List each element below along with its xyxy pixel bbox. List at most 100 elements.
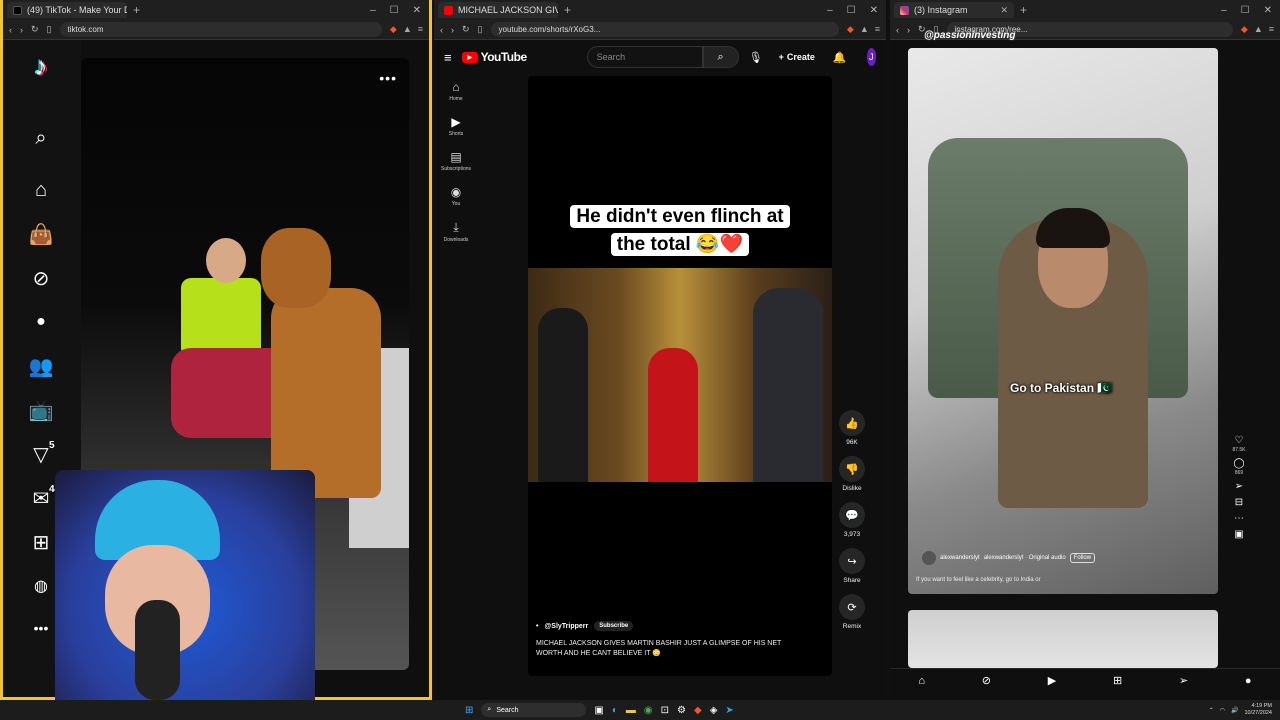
profile-icon[interactable]: ● — [1245, 675, 1252, 687]
next-reel-preview[interactable] — [908, 610, 1218, 668]
brave-shield-icon[interactable]: ◆ — [847, 24, 854, 35]
task-view-icon[interactable]: ▣ — [594, 705, 603, 716]
edge-icon[interactable]: ◐ — [612, 705, 618, 716]
home-icon[interactable]: ⌂ — [918, 675, 925, 687]
url-field[interactable]: tiktok.com — [59, 22, 382, 37]
chrome-icon[interactable]: ◉ — [644, 705, 653, 716]
new-tab-icon[interactable]: + — [564, 3, 571, 17]
following-icon[interactable]: 👥 — [27, 352, 55, 380]
reload-icon[interactable]: ↻ — [462, 24, 470, 35]
menu-icon[interactable]: ≡ — [1269, 24, 1274, 35]
maximize-icon[interactable]: ☐ — [847, 5, 856, 16]
url-field[interactable]: youtube.com/shorts/rXoG3... — [490, 22, 839, 37]
profile-icon[interactable]: ◍ — [27, 572, 55, 600]
author-avatar[interactable] — [922, 551, 936, 565]
send-icon[interactable]: ➢ — [1235, 481, 1243, 492]
bookmark-icon[interactable]: ▯ — [47, 24, 52, 35]
minimize-icon[interactable]: – — [827, 5, 833, 16]
close-window-icon[interactable]: ✕ — [1264, 5, 1272, 16]
file-explorer-icon[interactable]: ▬ — [626, 705, 636, 716]
avatar-icon[interactable]: ● — [27, 308, 55, 336]
subscribe-button[interactable]: Subscribe — [594, 621, 634, 631]
channel-avatar-icon[interactable]: • — [536, 623, 538, 630]
brave-shield-icon[interactable]: ◆ — [1241, 24, 1248, 35]
tiktok-logo-icon[interactable]: ♪ — [27, 51, 55, 81]
youtube-logo[interactable]: ▶ YouTube — [461, 50, 527, 64]
search-input[interactable]: Search — [586, 46, 703, 68]
more-icon[interactable]: ••• — [27, 614, 55, 642]
create-button[interactable]: + Create — [779, 52, 815, 62]
extension-icon[interactable]: ▲ — [860, 24, 869, 35]
messages-icon[interactable]: ➢ — [1179, 674, 1188, 687]
remix-action[interactable]: ⟳ Remix — [837, 594, 867, 630]
comment-icon[interactable]: ◯ — [1233, 458, 1244, 469]
explore-icon[interactable]: ⊘ — [982, 674, 991, 687]
save-icon[interactable]: ⊟ — [1235, 497, 1243, 508]
search-button[interactable]: ⌕ — [702, 46, 739, 68]
create-icon[interactable]: ⊞ — [1113, 674, 1122, 687]
search-icon[interactable]: ⌕ — [27, 124, 55, 152]
taskbar-search[interactable]: ⌕ Search — [481, 703, 587, 717]
shop-icon[interactable]: 👜 — [27, 220, 55, 248]
dislike-action[interactable]: 👎 Dislike — [837, 456, 867, 492]
live-icon[interactable]: 📺 — [27, 396, 55, 424]
instagram-reel[interactable]: Go to Pakistan 🇵🇰 alexwanderslyt alexwan… — [908, 48, 1218, 594]
nav-you[interactable]: ◉ You — [434, 185, 478, 207]
tab-instagram[interactable]: (3) Instagram ✕ — [894, 2, 1014, 18]
nav-downloads[interactable]: ⤓ Downloads — [434, 220, 478, 243]
youtube-short-video[interactable]: He didn't even flinch at the total 😂❤️ •… — [528, 76, 832, 676]
forward-icon[interactable]: › — [451, 25, 454, 35]
maximize-icon[interactable]: ☐ — [390, 5, 399, 16]
explore-icon[interactable]: ⊘ — [27, 264, 55, 292]
windows-start-icon[interactable]: ⊞ — [465, 705, 473, 716]
hamburger-menu-icon[interactable]: ≡ — [444, 50, 452, 65]
more-icon[interactable]: ⋯ — [1234, 513, 1244, 524]
tab-youtube[interactable]: MICHAEL JACKSON GIVES M ✕ — [438, 2, 558, 18]
menu-icon[interactable]: ≡ — [418, 24, 423, 35]
new-tab-icon[interactable]: + — [133, 3, 140, 17]
tab-tiktok[interactable]: (49) TikTok - Make Your Day ✕ — [7, 2, 127, 18]
maximize-icon[interactable]: ☐ — [1241, 5, 1250, 16]
nav-shorts[interactable]: ▶ Shorts — [434, 115, 478, 137]
bookmark-icon[interactable]: ▯ — [478, 24, 483, 35]
share-action[interactable]: ↪ Share — [837, 548, 867, 584]
brave-shield-icon[interactable]: ◆ — [390, 24, 397, 35]
close-window-icon[interactable]: ✕ — [870, 5, 878, 16]
close-window-icon[interactable]: ✕ — [413, 5, 421, 16]
extension-icon[interactable]: ▲ — [403, 24, 412, 35]
heart-icon[interactable]: ♡ — [1235, 435, 1244, 446]
forward-icon[interactable]: › — [20, 25, 23, 35]
taskbar-clock[interactable]: 4:19 PM 10/27/2024 — [1244, 703, 1272, 717]
channel-name[interactable]: @SlyTripperr — [544, 623, 588, 630]
nav-subscriptions[interactable]: ▤ Subscriptions — [434, 150, 478, 172]
tray-chevron-icon[interactable]: ⌃ — [1209, 707, 1214, 714]
menu-icon[interactable]: ≡ — [875, 24, 880, 35]
store-icon[interactable]: ⊡ — [661, 705, 669, 716]
microphone-icon[interactable]: 🎙 — [749, 51, 763, 64]
close-tab-icon[interactable]: ✕ — [1000, 5, 1008, 16]
nav-home[interactable]: ⌂ Home — [434, 80, 478, 102]
reel-caption[interactable]: If you want to feel like a celebrity, go… — [916, 577, 1041, 583]
telegram-icon[interactable]: ➤ — [725, 705, 733, 716]
brave-icon[interactable]: ◆ — [694, 705, 702, 716]
like-action[interactable]: 👍 96K — [837, 410, 867, 446]
back-icon[interactable]: ‹ — [440, 25, 443, 35]
extension-icon[interactable]: ▲ — [1254, 24, 1263, 35]
reload-icon[interactable]: ↻ — [31, 24, 39, 35]
comment-action[interactable]: 💬 3,973 — [837, 502, 867, 538]
back-icon[interactable]: ‹ — [896, 25, 899, 35]
author-username[interactable]: alexwanderslyt — [940, 555, 980, 561]
video-more-icon[interactable]: ••• — [379, 70, 397, 86]
minimize-icon[interactable]: – — [370, 5, 376, 16]
new-tab-icon[interactable]: + — [1020, 3, 1027, 17]
back-icon[interactable]: ‹ — [9, 25, 12, 35]
audio-thumbnail-icon[interactable]: ▣ — [1234, 529, 1243, 540]
account-avatar[interactable]: J — [866, 48, 876, 66]
settings-icon[interactable]: ⚙ — [677, 705, 686, 716]
forward-icon[interactable]: › — [907, 25, 910, 35]
home-icon[interactable]: ⌂ — [27, 176, 55, 204]
reel-audio[interactable]: alexwanderslyt · Original audio — [984, 555, 1066, 561]
upload-icon[interactable]: ⊞ — [27, 528, 55, 556]
notifications-icon[interactable]: 🔔 — [833, 51, 847, 64]
minimize-icon[interactable]: – — [1221, 5, 1227, 16]
